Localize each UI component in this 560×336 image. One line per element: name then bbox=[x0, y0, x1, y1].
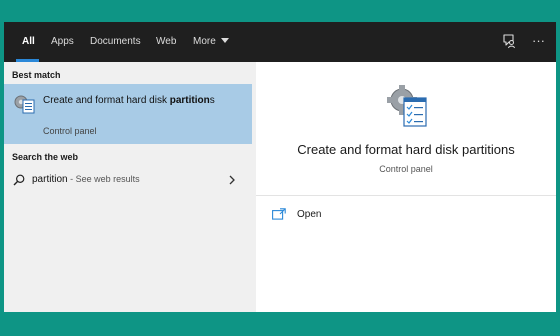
web-result-item[interactable]: partition - See web results bbox=[4, 168, 252, 192]
best-match-title: Create and format hard disk partitions bbox=[43, 94, 243, 108]
tab-all[interactable]: All bbox=[22, 36, 35, 47]
best-match-subtitle: Control panel bbox=[43, 126, 97, 136]
best-match-item[interactable]: Create and format hard disk partitions C… bbox=[4, 84, 252, 144]
search-icon bbox=[13, 174, 25, 186]
web-result-text: partition - See web results bbox=[32, 174, 140, 185]
results-pane: Best match Create and format hard disk p… bbox=[4, 62, 252, 312]
open-button[interactable]: Open bbox=[272, 205, 392, 225]
best-match-title-text: Create and format hard disk bbox=[43, 95, 170, 106]
tab-apps[interactable]: Apps bbox=[51, 36, 74, 47]
control-panel-icon bbox=[14, 95, 35, 114]
detail-divider bbox=[256, 195, 556, 196]
tab-documents[interactable]: Documents bbox=[90, 36, 141, 47]
open-icon bbox=[272, 208, 286, 220]
web-result-suffix: - See web results bbox=[67, 174, 140, 184]
web-query: partition bbox=[32, 174, 68, 185]
search-web-heading: Search the web bbox=[12, 152, 79, 162]
chevron-down-icon bbox=[220, 38, 229, 43]
open-label: Open bbox=[297, 209, 322, 220]
tab-more[interactable]: More bbox=[193, 36, 229, 47]
best-match-heading: Best match bbox=[12, 70, 61, 80]
ellipsis-icon[interactable]: ··· bbox=[532, 33, 545, 48]
detail-pane: Create and format hard disk partitions C… bbox=[256, 62, 556, 312]
detail-subtitle: Control panel bbox=[379, 164, 433, 174]
chevron-right-icon[interactable] bbox=[228, 175, 236, 185]
best-match-title-suffix: s bbox=[209, 95, 215, 106]
search-window: All Apps Documents Web More ··· Best mat… bbox=[4, 22, 556, 312]
search-tab-bar: All Apps Documents Web More ··· bbox=[4, 22, 556, 62]
best-match-title-highlight: partition bbox=[169, 95, 210, 106]
feedback-icon[interactable] bbox=[501, 33, 517, 49]
control-panel-icon bbox=[387, 85, 427, 127]
detail-title: Create and format hard disk partitions bbox=[297, 142, 515, 157]
tab-more-label: More bbox=[193, 36, 216, 47]
tab-web[interactable]: Web bbox=[156, 36, 176, 47]
